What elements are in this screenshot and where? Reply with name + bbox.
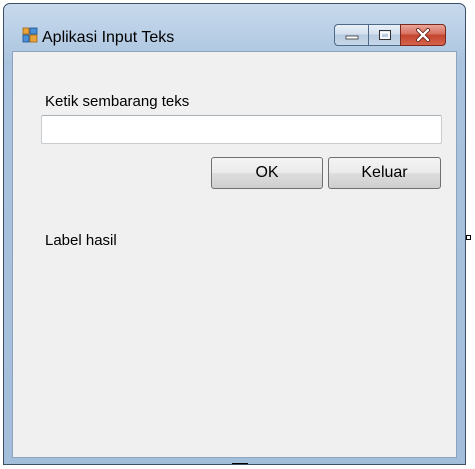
close-icon <box>416 28 430 42</box>
app-window: Aplikasi Input Teks Ketik sembarang teks… <box>3 3 466 465</box>
minimize-button[interactable] <box>334 24 368 46</box>
ok-button[interactable]: OK <box>211 157 323 189</box>
close-button[interactable] <box>400 24 446 46</box>
form-client-area: Ketik sembarang teks OK Keluar Label has… <box>12 51 457 458</box>
window-title: Aplikasi Input Teks <box>42 29 175 46</box>
screenshot-page: Aplikasi Input Teks Ketik sembarang teks… <box>0 0 475 469</box>
minimize-icon <box>345 35 358 40</box>
result-label: Label hasil <box>45 232 117 249</box>
text-input[interactable] <box>41 115 442 144</box>
windows-form-icon <box>22 27 38 43</box>
window-controls <box>334 24 446 48</box>
title-bar[interactable]: Aplikasi Input Teks <box>4 4 465 46</box>
exit-button[interactable]: Keluar <box>328 157 441 189</box>
prompt-label: Ketik sembarang teks <box>45 93 190 110</box>
maximize-icon <box>378 30 391 40</box>
resize-handle[interactable] <box>466 235 471 240</box>
maximize-button[interactable] <box>368 24 400 46</box>
resize-handle-bottom[interactable] <box>232 463 248 468</box>
